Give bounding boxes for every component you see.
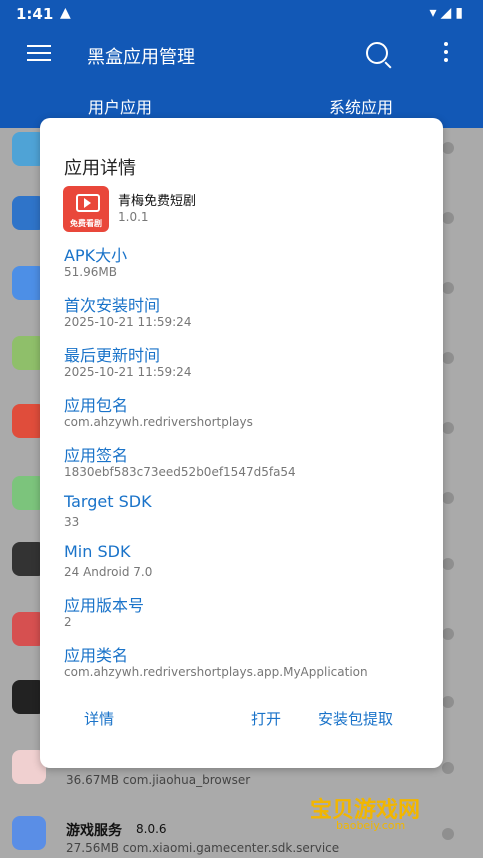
status-dot bbox=[442, 492, 454, 504]
app-icon[interactable] bbox=[12, 816, 46, 850]
field-label: 首次安装时间 bbox=[64, 296, 161, 315]
status-dot bbox=[442, 628, 454, 640]
field-label: 应用签名 bbox=[64, 446, 129, 465]
list-item-version: 8.0.6 bbox=[136, 822, 167, 836]
open-button[interactable]: 打开 bbox=[251, 708, 281, 729]
tab-system-apps[interactable]: 系统应用 bbox=[329, 94, 393, 118]
field-label: 应用包名 bbox=[64, 396, 129, 415]
status-dot bbox=[442, 828, 454, 840]
field-label: 应用版本号 bbox=[64, 596, 145, 615]
field-value: 2025-10-21 11:59:24 bbox=[64, 365, 192, 379]
status-dot bbox=[442, 422, 454, 434]
status-bar: 1:41 ▲ ▾◢▮ bbox=[0, 0, 483, 28]
status-dot bbox=[442, 558, 454, 570]
list-item-sub: 27.56MB com.xiaomi.gamecenter.sdk.servic… bbox=[66, 841, 340, 855]
app-version: 1.0.1 bbox=[118, 210, 149, 224]
extract-apk-button[interactable]: 安装包提取 bbox=[318, 708, 393, 729]
field-label: Min SDK bbox=[64, 542, 131, 561]
app-bar: 黑盒应用管理 bbox=[0, 28, 483, 82]
search-icon[interactable] bbox=[366, 42, 388, 64]
field-value: 33 bbox=[64, 515, 80, 529]
icon-label: 免费看剧 bbox=[70, 219, 102, 228]
field-label: APK大小 bbox=[64, 246, 128, 265]
status-dot bbox=[442, 762, 454, 774]
field-value: 1830ebf583c73eed52b0ef1547d5fa54 bbox=[64, 465, 296, 479]
more-options-icon[interactable] bbox=[444, 42, 448, 66]
field-value: 2025-10-21 11:59:24 bbox=[64, 315, 192, 329]
dialog-title: 应用详情 bbox=[64, 158, 136, 179]
play-icon bbox=[84, 198, 91, 208]
app-name: 青梅免费短剧 bbox=[118, 194, 197, 209]
field-label: 应用类名 bbox=[64, 646, 129, 665]
field-label: 最后更新时间 bbox=[64, 346, 161, 365]
warning-icon: ▲ bbox=[60, 5, 71, 21]
field-value: 2 bbox=[64, 615, 72, 629]
status-time: 1:41 bbox=[16, 5, 54, 23]
list-item-sub: 36.67MB com.jiaohua_browser bbox=[66, 773, 251, 787]
status-dot bbox=[442, 282, 454, 294]
watermark-url: baobeiy.com bbox=[336, 819, 406, 832]
field-value: 51.96MB bbox=[64, 265, 117, 279]
field-value: com.ahzywh.redrivershortplays.app.MyAppl… bbox=[64, 665, 368, 679]
details-button[interactable]: 详情 bbox=[84, 708, 114, 729]
system-icons: ▾◢▮ bbox=[429, 5, 467, 21]
list-item-name[interactable]: 游戏服务 bbox=[66, 820, 122, 840]
field-label: Target SDK bbox=[64, 492, 152, 511]
tab-user-apps[interactable]: 用户应用 bbox=[88, 94, 152, 118]
field-value: 24 Android 7.0 bbox=[64, 565, 153, 579]
app-icon: 免费看剧 bbox=[63, 186, 109, 232]
status-dot bbox=[442, 212, 454, 224]
app-details-dialog: 应用详情 免费看剧 青梅免费短剧 1.0.1 APK大小 51.96MB 首次安… bbox=[40, 118, 443, 768]
app-title: 黑盒应用管理 bbox=[87, 47, 195, 68]
status-dot bbox=[442, 696, 454, 708]
field-value: com.ahzywh.redrivershortplays bbox=[64, 415, 253, 429]
status-dot bbox=[442, 352, 454, 364]
status-dot bbox=[442, 142, 454, 154]
menu-icon[interactable] bbox=[27, 45, 51, 63]
